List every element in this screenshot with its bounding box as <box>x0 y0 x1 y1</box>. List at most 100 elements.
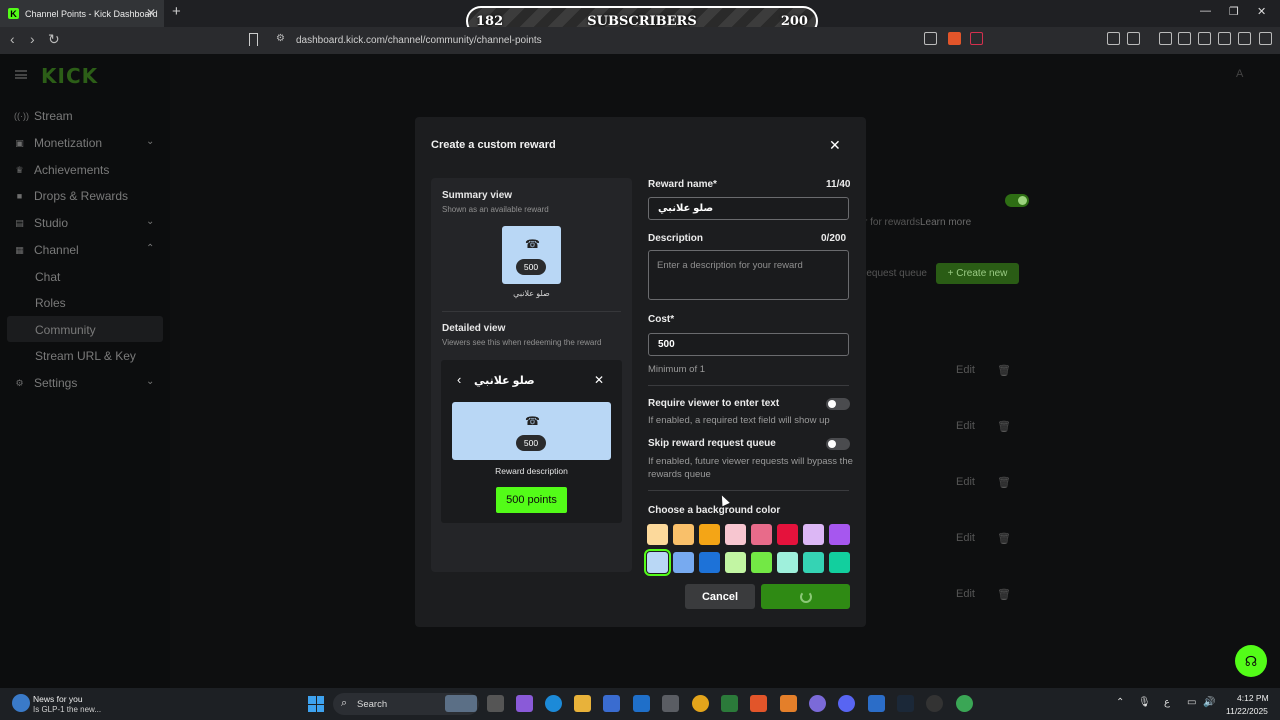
trash-icon[interactable]: 🗑 <box>997 532 1011 545</box>
app-icon[interactable] <box>868 695 885 712</box>
create-reward-button[interactable] <box>761 584 850 609</box>
sidebar-item-chat[interactable]: Chat <box>35 270 60 284</box>
sidebar-item-stream[interactable]: ((·)) Stream <box>14 109 73 123</box>
vpn-icon[interactable] <box>1238 32 1251 45</box>
brave-shield-icon[interactable] <box>948 32 961 45</box>
sidebar-item-drops-rewards[interactable]: ■ Drops & Rewards <box>14 189 128 203</box>
discord-icon[interactable] <box>838 695 855 712</box>
color-swatch[interactable] <box>699 552 720 573</box>
color-swatch[interactable] <box>829 552 850 573</box>
tab-close-icon[interactable]: ✕ <box>146 6 156 20</box>
color-swatch[interactable] <box>725 524 746 545</box>
store-icon[interactable] <box>603 695 620 712</box>
browser-tab[interactable]: K Channel Points - Kick Dashboard ✕ <box>0 0 164 27</box>
edit-button[interactable]: Edit <box>956 532 975 544</box>
sidebar-item-channel[interactable]: ▦ Channel <box>14 243 78 257</box>
app-icon[interactable] <box>662 695 679 712</box>
window-close-icon[interactable]: ✕ <box>1257 5 1266 18</box>
chevron-up-icon[interactable]: ⌃ <box>146 243 154 254</box>
edit-button[interactable]: Edit <box>956 420 975 432</box>
color-swatch[interactable] <box>803 552 824 573</box>
color-swatch[interactable] <box>751 524 772 545</box>
screenshot-icon[interactable] <box>1127 32 1140 45</box>
weather-news-icon[interactable] <box>12 694 30 712</box>
forward-icon[interactable]: › <box>30 31 35 47</box>
sidebar-item-roles[interactable]: Roles <box>35 296 66 310</box>
steam-icon[interactable] <box>897 695 914 712</box>
support-chat-icon[interactable]: ☊ <box>1235 645 1267 677</box>
trash-icon[interactable]: 🗑 <box>997 364 1011 377</box>
sidebar-item-settings[interactable]: ⚙ Settings <box>14 376 77 390</box>
color-swatch[interactable] <box>777 524 798 545</box>
brave-icon[interactable] <box>750 695 767 712</box>
request-queue-button[interactable]: request queue <box>863 268 927 279</box>
edit-button[interactable]: Edit <box>956 476 975 488</box>
language-icon[interactable]: A <box>1236 68 1243 80</box>
bookmark-icon[interactable] <box>249 33 258 46</box>
channel-points-toggle[interactable] <box>1005 194 1029 207</box>
sidebar-toggle-icon[interactable] <box>1178 32 1191 45</box>
media-icon[interactable] <box>1159 32 1172 45</box>
require-text-toggle[interactable] <box>826 398 850 410</box>
close-icon[interactable]: ✕ <box>829 137 841 154</box>
minimize-icon[interactable]: — <box>1200 5 1211 17</box>
chevron-up-icon[interactable]: ⌃ <box>1116 697 1124 708</box>
language-indicator-icon[interactable]: ع <box>1164 697 1170 708</box>
site-settings-icon[interactable]: ⚙ <box>276 33 285 44</box>
color-swatch[interactable] <box>673 524 694 545</box>
chevron-down-icon[interactable]: ⌄ <box>146 216 154 227</box>
learn-more-link[interactable]: Learn more <box>920 217 971 228</box>
leo-ai-icon[interactable] <box>1218 32 1231 45</box>
chevron-down-icon[interactable]: ⌄ <box>146 376 154 387</box>
sidebar-item-achievements[interactable]: ♛ Achievements <box>14 163 109 177</box>
volume-icon[interactable]: 🔊 <box>1203 697 1215 708</box>
trash-icon[interactable]: 🗑 <box>997 420 1011 433</box>
clock-time[interactable]: 4:12 PM <box>1237 693 1269 703</box>
color-swatch[interactable] <box>751 552 772 573</box>
brave-rewards-icon[interactable] <box>970 32 983 45</box>
windows-start-icon[interactable] <box>308 696 324 712</box>
share-icon[interactable] <box>924 32 937 45</box>
clock-date[interactable]: 11/22/2025 <box>1226 706 1268 716</box>
obs-icon[interactable] <box>926 695 943 712</box>
color-swatch[interactable] <box>699 524 720 545</box>
extensions-icon[interactable] <box>1107 32 1120 45</box>
color-swatch[interactable] <box>644 549 671 576</box>
news-subtitle[interactable]: Is GLP-1 the new... <box>33 705 101 714</box>
kick-logo[interactable]: KICK <box>41 64 98 88</box>
back-icon[interactable]: ‹ <box>10 31 15 47</box>
reload-icon[interactable]: ↻ <box>48 31 60 48</box>
microphone-icon[interactable]: 🎙 <box>1138 697 1151 708</box>
color-swatch[interactable] <box>803 524 824 545</box>
skip-queue-toggle[interactable] <box>826 438 850 450</box>
color-swatch[interactable] <box>673 552 694 573</box>
cost-input[interactable]: 500 <box>648 333 849 356</box>
task-view-icon[interactable] <box>487 695 504 712</box>
wallet-icon[interactable] <box>1198 32 1211 45</box>
chrome-icon[interactable] <box>956 695 973 712</box>
chevron-down-icon[interactable]: ⌄ <box>146 136 154 147</box>
reward-name-input[interactable]: صلو علانبي <box>648 197 849 220</box>
vlc-icon[interactable] <box>780 695 797 712</box>
sidebar-item-stream-url-key[interactable]: Stream URL & Key <box>35 349 136 363</box>
hamburger-icon[interactable] <box>15 70 27 79</box>
edit-button[interactable]: Edit <box>956 364 975 376</box>
chrome-icon[interactable] <box>692 695 709 712</box>
outlook-icon[interactable] <box>633 695 650 712</box>
maximize-icon[interactable]: ❐ <box>1229 5 1239 18</box>
edge-icon[interactable] <box>545 695 562 712</box>
color-swatch[interactable] <box>647 524 668 545</box>
url-field[interactable]: dashboard.kick.com/channel/community/cha… <box>296 35 542 46</box>
color-swatch[interactable] <box>777 552 798 573</box>
excel-icon[interactable] <box>721 695 738 712</box>
network-icon[interactable]: ▭ <box>1187 697 1196 708</box>
app-icon[interactable] <box>809 695 826 712</box>
sidebar-item-studio[interactable]: ▤ Studio <box>14 216 68 230</box>
copilot-icon[interactable] <box>516 695 533 712</box>
cancel-button[interactable]: Cancel <box>685 584 755 609</box>
sidebar-item-monetization[interactable]: ▣ Monetization <box>14 136 102 150</box>
trash-icon[interactable]: 🗑 <box>997 588 1011 601</box>
edit-button[interactable]: Edit <box>956 588 975 600</box>
create-new-button[interactable]: + Create new <box>936 263 1019 284</box>
news-title[interactable]: News for you <box>33 694 83 704</box>
